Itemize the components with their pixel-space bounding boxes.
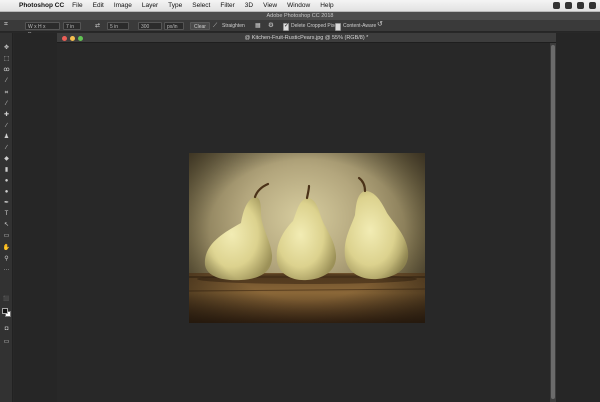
- content-aware-checkbox[interactable]: [335, 23, 341, 31]
- document-tab-bar: @ Kitchen-Fruit-RusticPears.jpg @ 55% (R…: [57, 33, 556, 43]
- menu-type[interactable]: Type: [168, 2, 182, 9]
- marquee-tool-icon[interactable]: ⬚: [2, 55, 11, 63]
- lasso-tool-icon[interactable]: ꝏ: [2, 66, 11, 74]
- hand-tool-icon[interactable]: ✋: [2, 244, 11, 252]
- blur-tool-icon[interactable]: ●: [2, 177, 11, 185]
- zoom-tool-icon[interactable]: ⚲: [2, 255, 11, 263]
- path-select-tool-icon[interactable]: ↖: [2, 221, 11, 229]
- pears-photo: [189, 153, 425, 323]
- scrollbar-thumb[interactable]: [551, 45, 555, 399]
- resolution-field[interactable]: 300: [138, 22, 162, 30]
- maximize-window-button[interactable]: [78, 36, 83, 41]
- clone-stamp-tool-icon[interactable]: ♟: [2, 133, 11, 141]
- swap-icon[interactable]: ⇄: [95, 22, 100, 30]
- status-icon-3[interactable]: [577, 2, 584, 9]
- rectangle-tool-icon[interactable]: ▭: [2, 232, 11, 240]
- clear-button[interactable]: Clear: [190, 22, 210, 30]
- menu-view[interactable]: View: [263, 2, 277, 9]
- move-tool-icon[interactable]: ✥: [2, 44, 11, 52]
- document-image[interactable]: [189, 153, 425, 323]
- pen-tool-icon[interactable]: ✒: [2, 199, 11, 207]
- crop-tool-icon-panel[interactable]: ⌗: [2, 89, 11, 97]
- menu-select[interactable]: Select: [192, 2, 210, 9]
- app-title-bar: Adobe Photoshop CC 2018: [0, 12, 600, 20]
- status-icon-1[interactable]: [553, 2, 560, 9]
- eraser-tool-icon[interactable]: ◆: [2, 155, 11, 163]
- ratio-preset-select[interactable]: W x H x Reso...: [25, 22, 60, 38]
- status-icon-2[interactable]: [565, 2, 572, 9]
- foreground-color-swatch[interactable]: [2, 308, 8, 314]
- crop-tool-icon[interactable]: ⌗: [4, 21, 8, 29]
- document-tab-title[interactable]: @ Kitchen-Fruit-RusticPears.jpg @ 55% (R…: [245, 35, 369, 41]
- menu-image[interactable]: Image: [114, 2, 132, 9]
- straighten-button[interactable]: Straighten: [222, 22, 245, 30]
- dodge-tool-icon[interactable]: ●: [2, 188, 11, 196]
- options-bar: ⌗ W x H x Reso... 7 in ⇄ 5 in 300 px/in …: [0, 20, 600, 38]
- status-icons: [553, 2, 596, 9]
- brush-tool-icon[interactable]: ∕: [2, 122, 11, 130]
- status-icon-4[interactable]: [589, 2, 596, 9]
- delete-cropped-label: Delete Cropped Pixels: [291, 23, 341, 29]
- screen-mode-icon[interactable]: ▭: [2, 338, 11, 346]
- width-field[interactable]: 7 in: [63, 22, 81, 30]
- units-select[interactable]: px/in: [164, 22, 184, 30]
- menu-bar: Photoshop CC File Edit Image Layer Type …: [0, 0, 600, 12]
- menu-3d[interactable]: 3D: [245, 2, 253, 9]
- default-colors-icon[interactable]: ⬛: [2, 295, 11, 303]
- menu-window[interactable]: Window: [287, 2, 310, 9]
- photo-vignette: [189, 153, 425, 323]
- settings-gear-icon[interactable]: ⚙: [268, 22, 274, 30]
- healing-brush-tool-icon[interactable]: ✚: [2, 111, 11, 119]
- history-brush-tool-icon[interactable]: ∕: [2, 144, 11, 152]
- quick-mask-icon[interactable]: ◘: [2, 325, 11, 333]
- delete-cropped-checkbox[interactable]: [283, 22, 289, 31]
- eyedropper-tool-icon[interactable]: ⁄: [2, 100, 11, 108]
- minimize-window-button[interactable]: [70, 36, 75, 41]
- more-tools-icon[interactable]: ···: [2, 266, 11, 274]
- height-field[interactable]: 5 in: [107, 22, 129, 30]
- menu-file[interactable]: File: [72, 2, 82, 9]
- menu-layer[interactable]: Layer: [142, 2, 158, 9]
- close-window-button[interactable]: [62, 36, 67, 41]
- menu-help[interactable]: Help: [320, 2, 333, 9]
- app-title: Adobe Photoshop CC 2018: [266, 13, 334, 19]
- overlay-grid-icon[interactable]: ▦: [255, 22, 261, 30]
- menu-filter[interactable]: Filter: [220, 2, 234, 9]
- vertical-scrollbar[interactable]: [550, 43, 556, 402]
- quick-select-tool-icon[interactable]: ⁄: [2, 77, 11, 85]
- content-aware-label: Content-Aware: [343, 23, 377, 29]
- straighten-icon[interactable]: ⟋: [213, 22, 217, 30]
- type-tool-icon[interactable]: T: [2, 210, 11, 218]
- reset-icon[interactable]: ↺: [377, 21, 383, 29]
- menu-edit[interactable]: Edit: [93, 2, 104, 9]
- tools-panel: ✥ ⬚ ꝏ ⁄ ⌗ ⁄ ✚ ∕ ♟ ∕ ◆ ▮ ● ● ✒ T ↖ ▭ ✋ ⚲ …: [0, 33, 13, 402]
- gradient-tool-icon[interactable]: ▮: [2, 166, 11, 174]
- app-menu[interactable]: Photoshop CC: [19, 2, 64, 9]
